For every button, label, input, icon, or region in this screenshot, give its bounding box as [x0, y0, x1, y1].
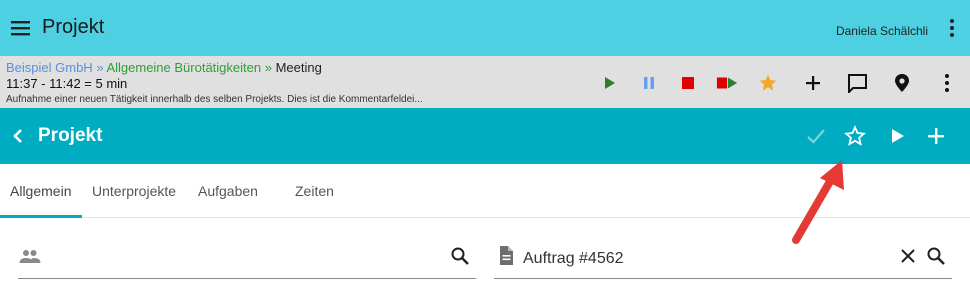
- stop-button[interactable]: [677, 72, 699, 94]
- clear-icon[interactable]: [896, 244, 920, 268]
- location-button[interactable]: [891, 72, 913, 94]
- stop-and-play-icon: [716, 77, 738, 89]
- stop-icon: [682, 77, 694, 89]
- more-vert-icon: [945, 74, 949, 92]
- favorite-toggle-button[interactable]: [843, 124, 867, 148]
- activity-breadcrumb: Beispiel GmbH » Allgemeine Bürotätigkeit…: [6, 60, 322, 75]
- add-button[interactable]: [802, 72, 824, 94]
- add-icon: [928, 128, 944, 144]
- comment-text: Aufnahme einer neuen Tätigkeit innerhalb…: [6, 94, 423, 105]
- tab-zeiten[interactable]: Zeiten: [295, 183, 334, 199]
- menu-icon[interactable]: [10, 18, 32, 38]
- document-icon: [500, 246, 513, 265]
- play-icon: [605, 77, 615, 89]
- app-title: Projekt: [42, 16, 105, 38]
- time-range: 11:37 - 11:42 = 5 min: [6, 76, 128, 91]
- location-icon: [895, 74, 909, 92]
- star-outline-icon: [844, 125, 866, 146]
- comment-icon: [848, 74, 867, 93]
- play-button[interactable]: [598, 72, 620, 94]
- check-icon: [807, 129, 825, 144]
- add-icon: [806, 76, 820, 90]
- customer-field[interactable]: [18, 238, 476, 279]
- page-title: Projekt: [38, 125, 103, 146]
- favorite-button[interactable]: [757, 72, 779, 94]
- stop-and-play-button[interactable]: [716, 72, 738, 94]
- pause-button[interactable]: [638, 72, 660, 94]
- search-icon[interactable]: [924, 244, 948, 268]
- breadcrumb-company[interactable]: Beispiel GmbH: [6, 60, 93, 75]
- breadcrumb-project[interactable]: Allgemeine Bürotätigkeiten: [106, 60, 261, 75]
- search-icon[interactable]: [448, 244, 472, 268]
- user-name[interactable]: Daniela Schälchli: [836, 24, 928, 38]
- people-icon: [19, 250, 41, 263]
- back-icon[interactable]: [10, 126, 26, 146]
- star-icon: [759, 74, 777, 91]
- page-header: Projekt: [0, 108, 970, 164]
- top-app-bar: Projekt Daniela Schälchli: [0, 0, 970, 56]
- order-field[interactable]: Auftrag #4562: [494, 238, 952, 279]
- breadcrumb-activity: Meeting: [275, 60, 322, 75]
- active-tab-indicator: [0, 215, 82, 218]
- tracker-more-button[interactable]: [936, 72, 958, 94]
- order-value: Auftrag #4562: [523, 250, 624, 267]
- tab-bar: Allgemein Unterprojekte Aufgaben Zeiten: [0, 164, 970, 218]
- tab-allgemein[interactable]: Allgemein: [10, 183, 71, 199]
- play-icon: [892, 129, 904, 143]
- time-tracking-bar: Beispiel GmbH » Allgemeine Bürotätigkeit…: [0, 56, 970, 108]
- add-button[interactable]: [924, 124, 948, 148]
- comment-button[interactable]: [846, 72, 868, 94]
- tab-aufgaben[interactable]: Aufgaben: [198, 183, 258, 199]
- tab-unterprojekte[interactable]: Unterprojekte: [92, 183, 176, 199]
- start-button[interactable]: [885, 124, 909, 148]
- save-button[interactable]: [804, 124, 828, 148]
- more-vert-icon[interactable]: [948, 18, 956, 38]
- pause-icon: [644, 77, 654, 89]
